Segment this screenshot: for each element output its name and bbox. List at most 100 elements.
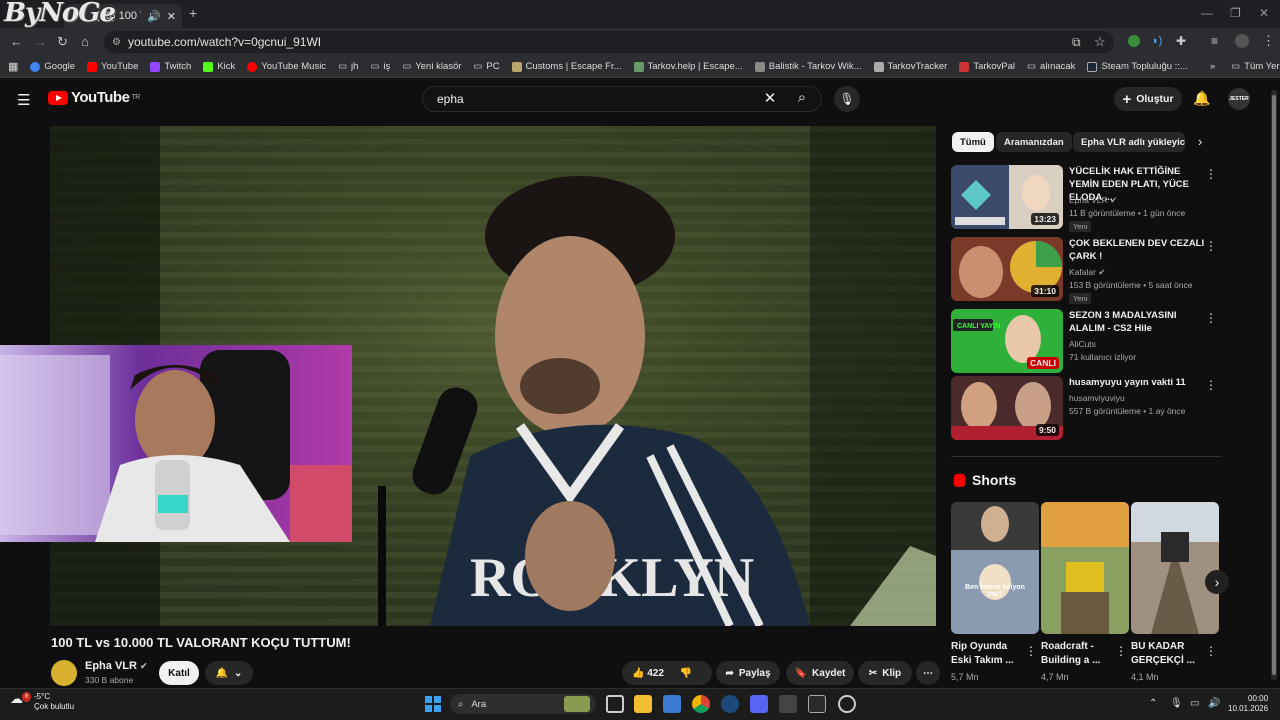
reload-icon[interactable]: ↻ (57, 34, 68, 50)
forward-icon[interactable]: → (34, 34, 47, 49)
chip-from-search[interactable]: Aramanızdan (996, 132, 1072, 152)
bookmark-customs[interactable]: Customs | Escape Fr... (511, 61, 622, 72)
tab-close-icon[interactable]: ✕ (167, 10, 176, 23)
close-window-icon[interactable]: ✕ (1259, 6, 1269, 20)
recommendation-item[interactable]: CANLI YAYIN CANLI SEZON 3 MADALYASINI AL… (951, 309, 1221, 373)
network-icon[interactable]: ▭ (1190, 698, 1199, 709)
home-icon[interactable]: ⌂ (81, 34, 89, 49)
bookmark-twitch[interactable]: Twitch (150, 61, 191, 72)
more-options-icon[interactable]: ⋮ (1205, 167, 1217, 181)
notifications-bell-icon[interactable]: 🔔 (1193, 90, 1210, 107)
search-icon[interactable]: ⌕ (792, 89, 812, 109)
bookmarks-overflow-icon[interactable]: » (1210, 61, 1215, 72)
tray-overflow-icon[interactable]: ⌃ (1149, 698, 1157, 709)
chip-from-uploader[interactable]: Epha VLR adlı yükleyicid (1073, 132, 1185, 152)
short-options-icon[interactable]: ⋮ (1025, 644, 1037, 658)
share-button[interactable]: ➦ Paylaş (716, 661, 780, 685)
bookmark-tarkovtracker[interactable]: TarkovTracker (873, 61, 947, 72)
clear-search-icon[interactable]: ✕ (760, 89, 780, 109)
minimize-icon[interactable]: — (1201, 6, 1213, 20)
file-explorer-icon[interactable] (634, 695, 652, 713)
scrollbar-thumb[interactable] (1272, 95, 1276, 675)
clip-button[interactable]: ✂ Klip (858, 661, 912, 685)
short-thumbnail[interactable] (1041, 502, 1129, 634)
bookmark-youtube-music[interactable]: YouTube Music (247, 61, 326, 72)
short-options-icon[interactable]: ⋮ (1205, 644, 1217, 658)
short-title[interactable]: Rip Oyunda Eski Takım ... (951, 640, 1021, 668)
bookmark-tarkovpal[interactable]: TarkovPal (959, 61, 1015, 72)
hamburger-menu-icon[interactable]: ☰ (17, 91, 30, 109)
shorts-next-icon[interactable]: › (1205, 570, 1229, 594)
site-info-icon[interactable]: ⚙ (112, 37, 121, 48)
maximize-icon[interactable]: ❐ (1230, 6, 1241, 20)
discord-icon[interactable] (750, 695, 768, 713)
more-options-icon[interactable]: ⋮ (1205, 311, 1217, 325)
chip-all[interactable]: Tümü (952, 132, 994, 152)
bookmark-balistik[interactable]: Balistik - Tarkov Wik... (754, 61, 862, 72)
more-options-icon[interactable]: ⋮ (1205, 239, 1217, 253)
chrome-icon[interactable] (692, 695, 710, 713)
like-button[interactable]: 👍 422 (632, 668, 664, 679)
short-views: 4,7 Mn (1041, 672, 1069, 682)
more-actions-button[interactable]: ⋯ (916, 661, 940, 685)
channel-name[interactable]: Epha VLR ✔ (85, 660, 148, 672)
bookmark-folder-yeni[interactable]: ▭ Yeni klasör (402, 61, 461, 72)
recommendation-item[interactable]: 9:50 husamyuyu yayın vakti 11 husamviyuv… (951, 376, 1221, 440)
create-button[interactable]: + Oluştur (1114, 87, 1182, 111)
recommendation-item[interactable]: 13:23 YÜCELİK HAK ETTİĞİNE YEMİN EDEN PL… (951, 165, 1221, 232)
microphone-icon[interactable]: 🎙 (1170, 698, 1183, 709)
app-icon[interactable] (779, 695, 797, 713)
extensions-icon[interactable]: ✚ (1176, 34, 1186, 48)
profile-icon[interactable] (1235, 34, 1249, 48)
subscribed-bell-button[interactable]: 🔔 ⌄ (205, 661, 253, 685)
start-windows-icon[interactable] (425, 696, 441, 712)
save-button[interactable]: 🔖 Kaydet (786, 661, 854, 685)
epic-games-icon[interactable] (808, 695, 826, 713)
weather-widget[interactable]: ☁ 6 -5°C Çok bulutlu (10, 692, 74, 712)
volume-icon[interactable]: 🔊 (1208, 698, 1220, 709)
task-view-icon[interactable] (606, 695, 624, 713)
extension-icon[interactable] (1128, 35, 1140, 47)
voice-search-icon[interactable]: 🎙 (834, 86, 860, 112)
join-button[interactable]: Katıl (159, 661, 199, 685)
bookmark-tarkov-help[interactable]: Tarkov.help | Escape... (633, 61, 743, 72)
microsoft-store-icon[interactable] (663, 695, 681, 713)
all-bookmarks[interactable]: ▭Tüm Yer İşaretleri (1231, 61, 1280, 72)
short-title[interactable]: BU KADAR GERÇEKÇİ ... (1131, 640, 1201, 668)
more-options-icon[interactable]: ⋮ (1205, 378, 1217, 392)
bookmark-folder-jh[interactable]: ▭ jh (338, 61, 358, 72)
system-clock[interactable]: 00:00 10.01.2026 (1228, 694, 1268, 714)
short-title[interactable]: Roadcraft - Building a ... (1041, 640, 1111, 668)
reading-list-icon[interactable]: ≡ (1211, 34, 1218, 48)
bookmark-steam[interactable]: Steam Topluluğu ::... (1087, 61, 1188, 72)
tab-audio-icon[interactable]: 🔊 (147, 10, 161, 23)
chips-next-icon[interactable]: › (1198, 134, 1202, 149)
short-thumbnail[interactable]: Ben kimim biliyon mu? (951, 502, 1039, 634)
short-thumbnail[interactable] (1131, 502, 1219, 634)
bookmark-google[interactable]: Google (30, 61, 75, 72)
extension-icon-2[interactable]: ◗) (1152, 35, 1162, 47)
app-icon-2[interactable] (838, 695, 856, 713)
dislike-icon[interactable]: 👎 (680, 668, 692, 679)
browser-menu-icon[interactable]: ⋮ (1262, 33, 1275, 49)
live-badge: CANLI (1027, 357, 1059, 369)
bookmark-kick[interactable]: Kick (203, 61, 235, 72)
address-bar[interactable]: ⚙ youtube.com/watch?v=0gcnui_91WI (104, 31, 1114, 53)
channel-avatar[interactable] (51, 660, 77, 686)
apps-icon[interactable]: ▦ (8, 60, 18, 73)
bookmark-folder-is[interactable]: ▭ iş (370, 61, 390, 72)
youtube-logo[interactable]: YouTube TR (48, 89, 140, 106)
bookmark-star-icon[interactable]: ☆ (1094, 34, 1106, 50)
bookmark-folder-alinacak[interactable]: ▭ alınacak (1027, 61, 1075, 72)
steam-icon[interactable] (721, 695, 739, 713)
back-icon[interactable]: ← (10, 34, 23, 49)
search-input[interactable] (435, 91, 755, 107)
new-tab-icon[interactable]: + (189, 5, 197, 21)
bookmark-youtube[interactable]: YouTube (87, 61, 138, 72)
account-avatar[interactable]: JESTER (1228, 88, 1250, 110)
recommendation-item[interactable]: 31:10 ÇOK BEKLENEN DEV CEZALI ÇARK ! Kaf… (951, 237, 1221, 304)
taskbar-search[interactable]: ⌕ Ara (450, 694, 596, 714)
cast-icon[interactable]: ⧉ (1072, 35, 1081, 50)
bookmark-folder-pc[interactable]: ▭ PC (473, 61, 499, 72)
short-options-icon[interactable]: ⋮ (1115, 644, 1127, 658)
